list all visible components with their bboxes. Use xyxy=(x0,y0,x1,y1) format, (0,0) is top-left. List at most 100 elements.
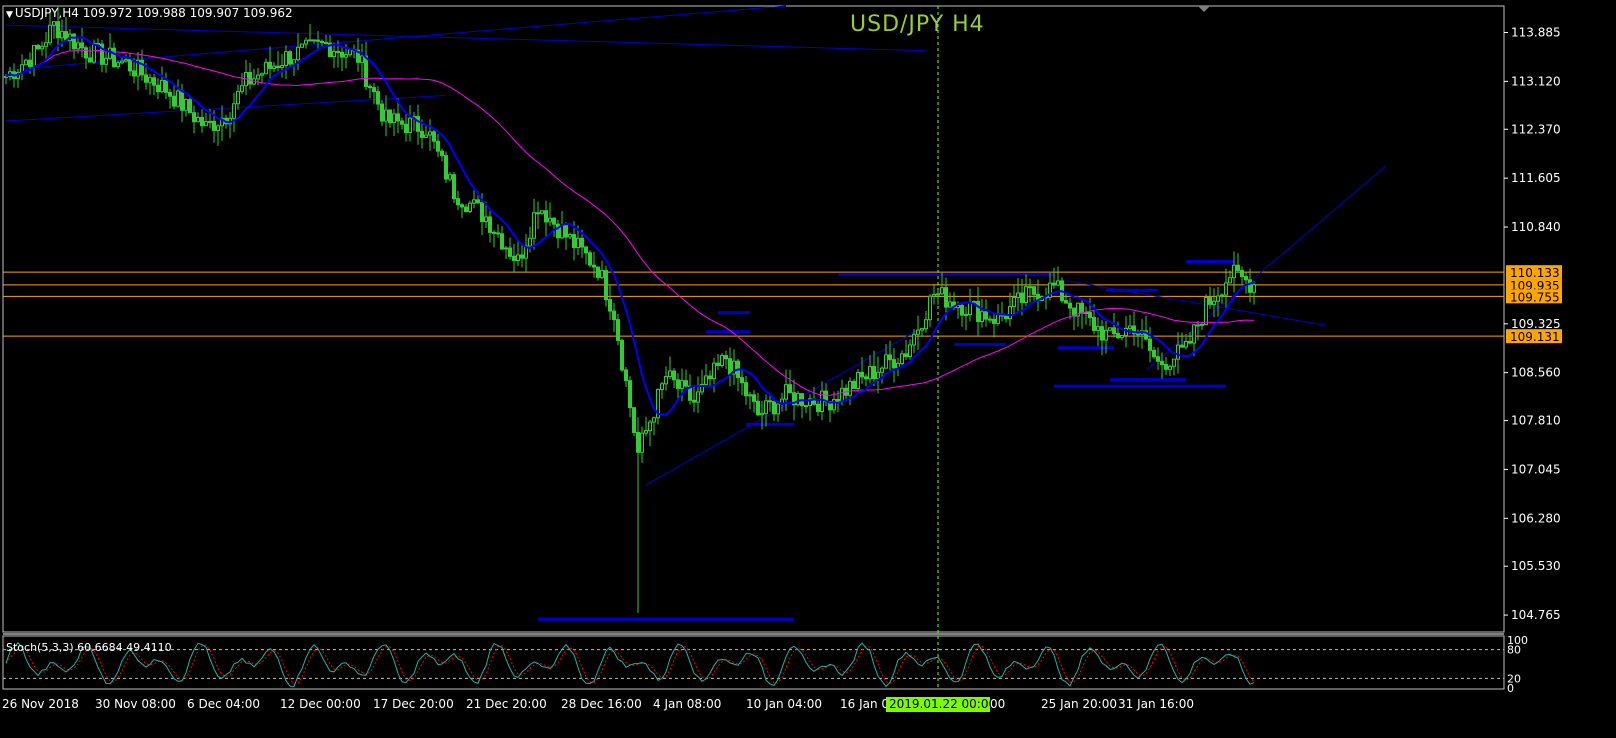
candle-body xyxy=(752,394,756,402)
candle-body xyxy=(180,90,184,111)
candle-body xyxy=(1172,358,1176,367)
candle-body xyxy=(856,371,860,390)
y-tick-label: 106.280 xyxy=(1511,511,1561,525)
candle-body xyxy=(696,391,700,403)
candle-body xyxy=(532,212,536,239)
candle-body xyxy=(312,39,316,42)
candle-body xyxy=(512,255,516,261)
candle-body xyxy=(188,99,192,114)
candle-body xyxy=(380,103,384,122)
candle-body xyxy=(472,199,476,204)
candle-body xyxy=(728,358,732,375)
candle-body xyxy=(1188,340,1192,344)
candle-body xyxy=(80,42,84,49)
crosshair-date-label: 2019.01.22 00:00 xyxy=(889,697,996,711)
candle-body xyxy=(668,370,672,378)
candle-body xyxy=(760,412,764,416)
stoch-scale-label: 80 xyxy=(1507,644,1521,657)
y-tick-label: 108.560 xyxy=(1511,366,1561,380)
y-tick-label: 112.370 xyxy=(1511,122,1561,136)
candle-body xyxy=(548,217,552,223)
candle-body xyxy=(504,247,508,250)
candle-body xyxy=(572,234,576,249)
candles xyxy=(4,5,1256,613)
candle-body xyxy=(1032,286,1036,295)
x-tick-label: 31 Jan 16:00 xyxy=(1118,697,1194,711)
candle-body xyxy=(776,403,780,415)
candle-body xyxy=(304,39,308,45)
y-tick-label: 107.045 xyxy=(1511,462,1561,476)
candle-body xyxy=(960,304,964,316)
candle-body xyxy=(804,405,808,408)
candle-body xyxy=(1056,280,1060,286)
candle-body xyxy=(168,91,172,97)
candle-body xyxy=(528,237,532,247)
price-chart[interactable]: 110.133109.935109.755109.131 10080200 11… xyxy=(0,0,1616,738)
axes: 113.885 113.120 112.370 111.605 110.840 109.3… xyxy=(2,26,1561,712)
candle-body xyxy=(172,95,176,107)
candle-body xyxy=(1020,292,1024,303)
candle-body xyxy=(112,47,116,68)
candle-body xyxy=(904,353,908,358)
candle-body xyxy=(284,51,288,67)
candle-body xyxy=(1176,344,1180,360)
candle-body xyxy=(316,39,320,42)
candle-body xyxy=(560,225,564,239)
candle-body xyxy=(140,59,144,76)
candle-body xyxy=(272,65,276,69)
candle-body xyxy=(232,103,236,119)
candle-body xyxy=(132,70,136,77)
chart-title: USD/JPY H4 xyxy=(850,12,985,37)
dropdown-triangle-icon[interactable]: ▼ xyxy=(6,10,13,20)
candle-body xyxy=(536,212,540,215)
candle-body xyxy=(508,247,512,257)
shift-marker-icon xyxy=(1198,6,1210,12)
candle-body xyxy=(936,293,940,296)
candle-body xyxy=(552,217,556,225)
candle-body xyxy=(1008,306,1012,320)
candle-body xyxy=(492,231,496,234)
candle-body xyxy=(156,84,160,93)
candle-body xyxy=(1136,333,1140,336)
candle-body xyxy=(452,174,456,200)
candle-body xyxy=(424,134,428,138)
candle-body xyxy=(36,44,40,50)
candle-body xyxy=(1204,297,1208,325)
candle-body xyxy=(720,355,724,366)
candle-body xyxy=(152,77,156,86)
candle-body xyxy=(1236,264,1240,271)
candle-body xyxy=(384,109,388,122)
candle-body xyxy=(48,24,52,44)
fast-moving-average xyxy=(5,36,1255,417)
candle-body xyxy=(292,59,296,65)
candle-body xyxy=(660,383,664,390)
candle-body xyxy=(476,199,480,204)
candle-body xyxy=(340,51,344,58)
candle-body xyxy=(1116,333,1120,339)
candle-body xyxy=(376,91,380,105)
candle-body xyxy=(468,202,472,213)
candle-body xyxy=(428,131,432,136)
trendlines xyxy=(5,5,1387,621)
candle-body xyxy=(324,41,328,44)
candle-body xyxy=(240,85,244,92)
candle-body xyxy=(1212,300,1216,305)
x-tick-label: 16 Jan 0 xyxy=(840,697,889,711)
candle-body xyxy=(460,204,464,208)
candle-body xyxy=(404,123,408,134)
candle-body xyxy=(684,380,688,387)
candle-body xyxy=(964,314,968,317)
candle-body xyxy=(1064,300,1068,304)
y-tick-label: 113.885 xyxy=(1511,26,1561,40)
candle-body xyxy=(788,384,792,394)
candle-body xyxy=(648,421,652,432)
candle-body xyxy=(76,42,80,50)
candle-body xyxy=(308,39,312,42)
candle-body xyxy=(160,79,164,93)
candle-body xyxy=(212,120,216,131)
stoch-scale-label: 0 xyxy=(1507,682,1514,695)
candle-body xyxy=(204,121,208,127)
trendline xyxy=(5,24,927,52)
candle-body xyxy=(164,79,168,93)
y-tick-label: 110.840 xyxy=(1511,220,1561,234)
